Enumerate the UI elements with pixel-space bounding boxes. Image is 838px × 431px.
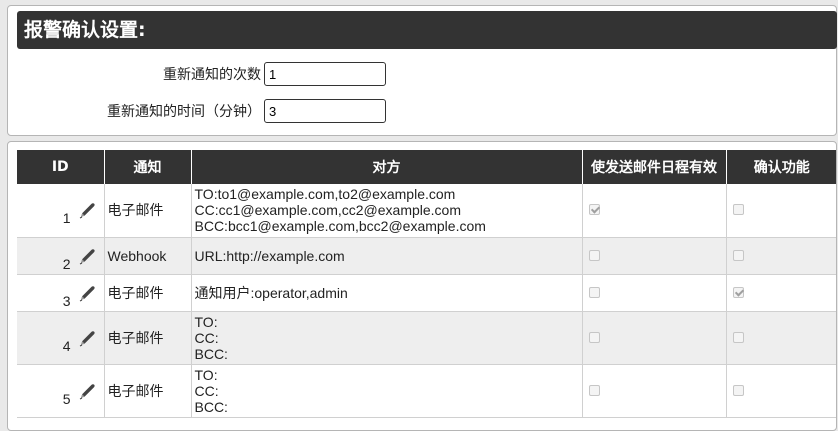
table-row: 2 Webhook URL:http://example.com [17,237,836,275]
row-id: 1 [62,210,71,227]
header-confirm-function: 确认功能 [726,150,836,184]
table-row: 3 电子邮件 通知用户:operator,admin [17,274,836,312]
pencil-icon[interactable] [77,381,97,401]
schedule-enabled-cell [582,184,727,238]
retry-count-row: 重新通知的次数 [8,62,398,86]
row-id: 2 [62,255,71,272]
target-line: BCC: [194,398,228,415]
schedule-enabled-cell [582,237,727,275]
schedule-enabled-cell [582,364,727,418]
notify-type-cell: 电子邮件 [104,274,192,312]
target-line: 通知用户:operator,admin [194,284,348,301]
header-id: ID [17,150,105,184]
id-cell: 2 [17,237,105,275]
retry-count-input[interactable] [264,62,386,86]
target-cell: TO: CC: BCC: [191,311,583,365]
target-line: BCC:bcc1@example.com,bcc2@example.com [194,218,486,235]
target-line: CC:cc1@example.com,cc2@example.com [194,202,462,219]
pencil-icon[interactable] [77,283,97,303]
schedule-enabled-checkbox[interactable] [588,204,600,216]
table-row: 5 电子邮件 TO: CC: BCC: [17,364,836,418]
pencil-icon[interactable] [77,328,97,348]
alarm-confirm-settings-panel: 报警确认设置: 重新通知的次数 重新通知的时间（分钟） [7,5,837,136]
target-cell: TO:to1@example.com,to2@example.com CC:cc1… [191,184,583,238]
id-cell: 3 [17,274,105,312]
notify-type-cell: 电子邮件 [104,311,192,365]
target-line: CC: [194,382,219,399]
id-cell: 4 [17,311,105,365]
row-id: 3 [62,292,71,309]
schedule-enabled-checkbox[interactable] [588,331,600,343]
confirm-function-cell [726,364,836,418]
schedule-enabled-cell [582,274,727,312]
notify-type-cell: 电子邮件 [104,364,192,418]
confirm-function-cell [726,311,836,365]
retry-interval-row: 重新通知的时间（分钟） [8,99,398,123]
confirm-function-cell [726,184,836,238]
row-id: 5 [62,390,71,407]
target-cell: 通知用户:operator,admin [191,274,583,312]
header-target: 对方 [191,150,583,184]
id-cell: 1 [17,184,105,238]
header-notify: 通知 [104,150,192,184]
id-cell: 5 [17,364,105,418]
schedule-enabled-cell [582,311,727,365]
retry-interval-label: 重新通知的时间（分钟） [107,104,261,120]
target-line: TO:to1@example.com,to2@example.com [194,186,456,203]
notify-type-cell: 电子邮件 [104,184,192,238]
confirm-function-checkbox[interactable] [732,204,744,216]
notification-table: ID 通知 对方 使发送邮件日程有效 确认功能 1 电子邮件 TO:to1@exam… [17,150,836,418]
schedule-enabled-checkbox[interactable] [588,286,600,298]
retry-interval-input[interactable] [264,99,386,123]
table-row: 1 电子邮件 TO:to1@example.com,to2@example.com C… [17,184,836,238]
target-line: CC: [194,329,219,346]
target-cell: URL:http://example.com [191,237,583,275]
pencil-icon[interactable] [77,200,97,220]
confirm-function-checkbox[interactable] [732,286,744,298]
header-schedule-enabled: 使发送邮件日程有效 [582,150,727,184]
pencil-icon[interactable] [77,246,97,266]
row-id: 4 [62,337,71,354]
confirm-function-cell [726,274,836,312]
schedule-enabled-checkbox[interactable] [588,384,600,396]
notify-type-cell: Webhook [104,237,192,275]
table-row: 4 电子邮件 TO: CC: BCC: [17,311,836,365]
target-line: BCC: [194,345,228,362]
target-line: URL:http://example.com [194,247,345,264]
target-cell: TO: CC: BCC: [191,364,583,418]
confirm-function-checkbox[interactable] [732,331,744,343]
confirm-function-checkbox[interactable] [732,249,744,261]
confirm-function-checkbox[interactable] [732,384,744,396]
schedule-enabled-checkbox[interactable] [588,249,600,261]
table-header-row: ID 通知 对方 使发送邮件日程有效 确认功能 [17,150,836,184]
notification-table-panel: ID 通知 对方 使发送邮件日程有效 确认功能 1 电子邮件 TO:to1@exam… [7,141,837,431]
target-line: TO: [194,313,218,330]
confirm-function-cell [726,237,836,275]
section-title: 报警确认设置: [17,11,837,49]
retry-count-label: 重新通知的次数 [163,67,261,83]
target-line: TO: [194,366,218,383]
